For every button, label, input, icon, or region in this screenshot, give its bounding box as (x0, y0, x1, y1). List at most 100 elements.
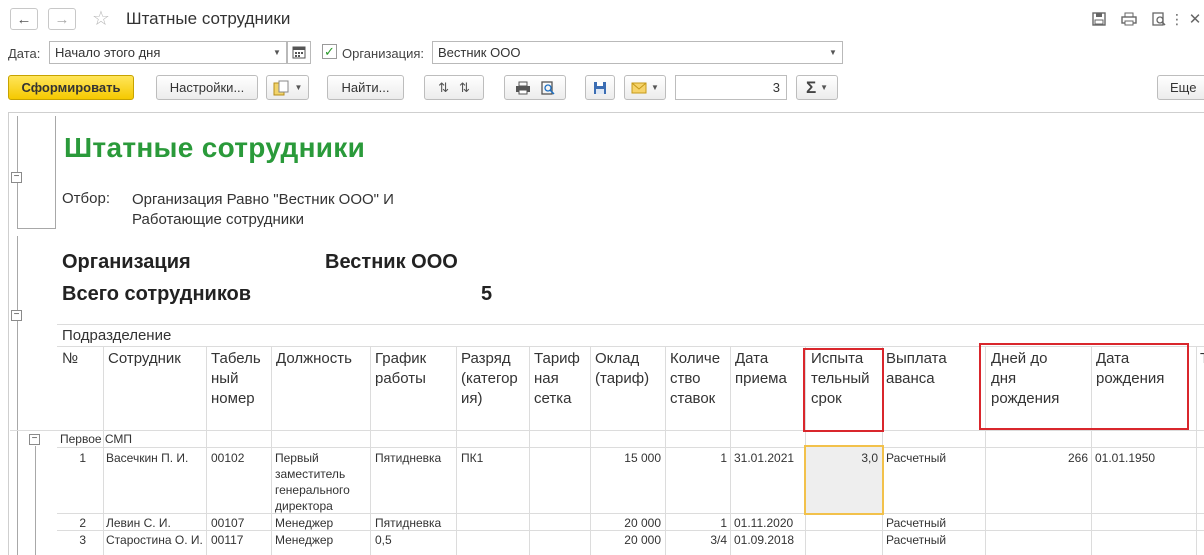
chevron-down-icon[interactable]: ▼ (825, 42, 841, 63)
title-bar: ← → ☆ Штатные сотрудники ⋮ ✕ (0, 0, 1204, 38)
col-header-rates: Количе ство ставок (670, 350, 721, 407)
collapse-group-toggle[interactable]: − (11, 310, 22, 321)
forward-button[interactable]: → (48, 8, 76, 30)
save-icon[interactable] (1090, 10, 1108, 28)
col-header-grade: Разряд (категор ия) (461, 350, 518, 407)
count-field[interactable]: 3 (675, 75, 787, 100)
more-menu-icon[interactable]: ⋮ (1168, 10, 1186, 28)
chevron-down-icon[interactable]: ▼ (269, 42, 285, 63)
table-row-schedule: Пятидневка (375, 451, 442, 465)
outline-line (17, 236, 18, 555)
column-divider (529, 347, 530, 555)
table-row-tab: 00102 (211, 451, 245, 465)
column-divider (271, 347, 272, 555)
preview-icon[interactable] (1150, 10, 1168, 28)
organization-checkbox[interactable]: ✓ (322, 44, 337, 59)
print-icon[interactable] (515, 81, 531, 95)
column-divider (665, 347, 666, 555)
print-icon[interactable] (1120, 10, 1138, 28)
table-row-birth-date: 01.01.1950 (1095, 451, 1156, 465)
organization-label: Организация: (342, 46, 425, 61)
settings-button[interactable]: Настройки... (156, 75, 258, 100)
column-divider (206, 347, 207, 555)
table-row-rates: 3/4 (710, 533, 727, 547)
variants-button[interactable]: ▼ (266, 75, 309, 100)
col-header-schedule: График работы (375, 350, 427, 387)
table-row-rates: 1 (720, 516, 727, 530)
col-header-position: Должность (276, 350, 352, 367)
more-button[interactable]: Еще (1157, 75, 1204, 100)
section-label: Подразделение (62, 327, 172, 344)
table-row-schedule: Пятидневка (375, 516, 442, 530)
table-row-num: 2 (79, 516, 86, 530)
divider (57, 447, 1204, 448)
sort-ascending-icon[interactable]: ⇅ (438, 80, 449, 96)
organization-value: Вестник ООО (438, 45, 521, 60)
star-icon[interactable]: ☆ (92, 6, 110, 31)
table-row-advance: Расчетный (886, 516, 947, 530)
arrow-left-icon: ← (16, 10, 32, 28)
column-divider (103, 347, 104, 555)
table-row-hire-date: 31.01.2021 (734, 451, 795, 465)
birthday-highlight (979, 343, 1189, 430)
save-icon (594, 81, 606, 94)
table-row-salary: 20 000 (624, 516, 661, 530)
col-header-extra: Т (1200, 349, 1204, 369)
preview-icon[interactable] (541, 80, 555, 95)
table-row-probation: 3,0 (861, 451, 878, 465)
chevron-down-icon: ▼ (651, 83, 659, 92)
sort-descending-icon[interactable]: ⇅ (459, 80, 470, 96)
table-row-days: 266 (1067, 451, 1088, 465)
col-header-salary: Оклад (тариф) (595, 350, 650, 387)
divider (57, 324, 1204, 325)
divider (57, 513, 1204, 514)
table-row-advance: Расчетный (886, 533, 947, 547)
back-button[interactable]: ← (10, 8, 38, 30)
column-divider (590, 347, 591, 555)
table-row-position: Первый заместитель генерального директор… (275, 451, 350, 513)
table-row-position: Менеджер (275, 516, 334, 530)
organization-field[interactable]: Вестник ООО (432, 41, 843, 64)
col-header-tariff-grid: Тариф ная сетка (534, 350, 580, 407)
table-row-hire-date: 01.11.2020 (734, 516, 794, 530)
table-row-employee[interactable]: Васечкин П. И. (106, 450, 188, 466)
find-button[interactable]: Найти... (327, 75, 404, 100)
filter-description: Организация Равно "Вестник ООО" И Работа… (132, 190, 394, 230)
table-row-num: 1 (79, 451, 86, 465)
sum-button[interactable]: Σ ▼ (796, 75, 838, 100)
col-header-employee: Сотрудник (108, 350, 181, 367)
table-row-tab: 00107 (211, 516, 245, 530)
column-divider (456, 347, 457, 555)
calendar-button[interactable] (287, 41, 311, 64)
outline-line (55, 116, 56, 229)
arrow-right-icon: → (54, 10, 70, 28)
col-header-advance: Выплата аванса (886, 350, 947, 387)
chevron-down-icon: ▼ (820, 83, 829, 92)
total-employees-value: 5 (481, 283, 493, 305)
date-field[interactable]: Начало этого дня (49, 41, 287, 64)
col-header-num: № (62, 350, 79, 367)
generate-button[interactable]: Сформировать (8, 75, 134, 100)
table-row-advance: Расчетный (886, 451, 947, 465)
print-buttons (504, 75, 566, 100)
table-row-employee[interactable]: Старостина О. И. (106, 532, 204, 548)
organization-name: Вестник ООО (325, 251, 458, 273)
collapse-header-toggle[interactable]: − (11, 172, 22, 183)
table-row-salary: 20 000 (624, 533, 661, 547)
envelope-icon (631, 82, 647, 93)
group-row-label: Первое СМП (60, 432, 133, 446)
save-report-button[interactable] (585, 75, 615, 100)
outline-line (17, 228, 55, 229)
close-icon[interactable]: ✕ (1186, 10, 1204, 28)
col-header-tab-number: Табель ный номер (211, 350, 261, 407)
table-row-employee[interactable]: Левин С. И. (106, 515, 171, 531)
collapse-department-toggle[interactable]: − (29, 434, 40, 445)
outline-line (35, 446, 36, 555)
chevron-down-icon: ▼ (294, 83, 303, 92)
calendar-icon (292, 46, 306, 59)
sum-icon: Σ (805, 77, 817, 97)
send-email-button[interactable]: ▼ (624, 75, 666, 100)
report-area (8, 112, 1204, 555)
filter-line-1: Организация Равно "Вестник ООО" И (132, 191, 394, 208)
report-title: Штатные сотрудники (64, 132, 366, 163)
